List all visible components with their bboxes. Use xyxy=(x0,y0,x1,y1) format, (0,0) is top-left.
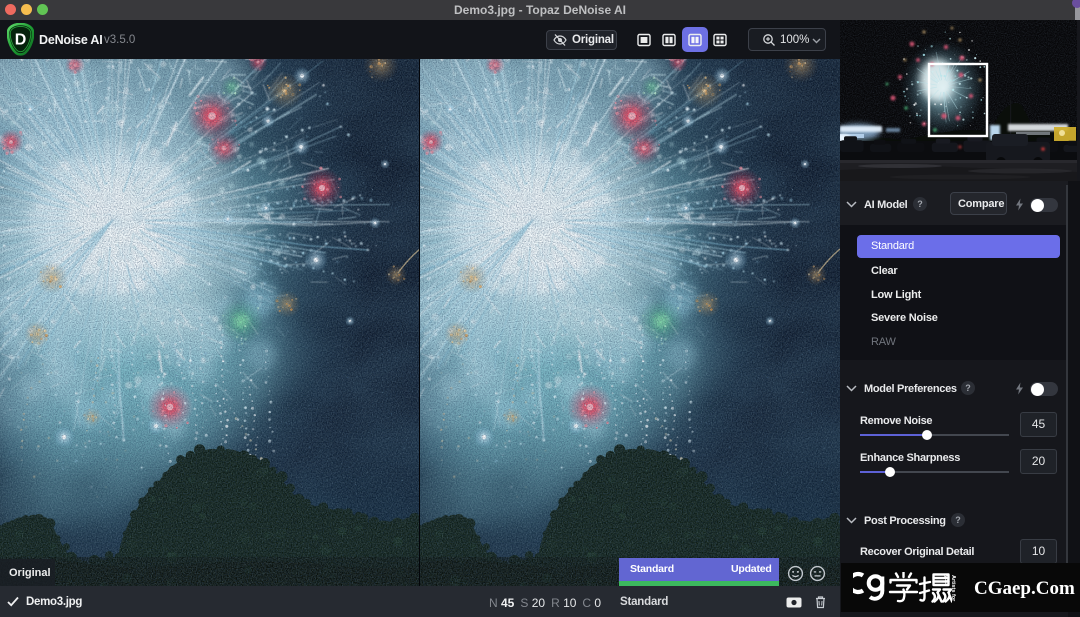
svg-text:D: D xyxy=(15,32,27,49)
